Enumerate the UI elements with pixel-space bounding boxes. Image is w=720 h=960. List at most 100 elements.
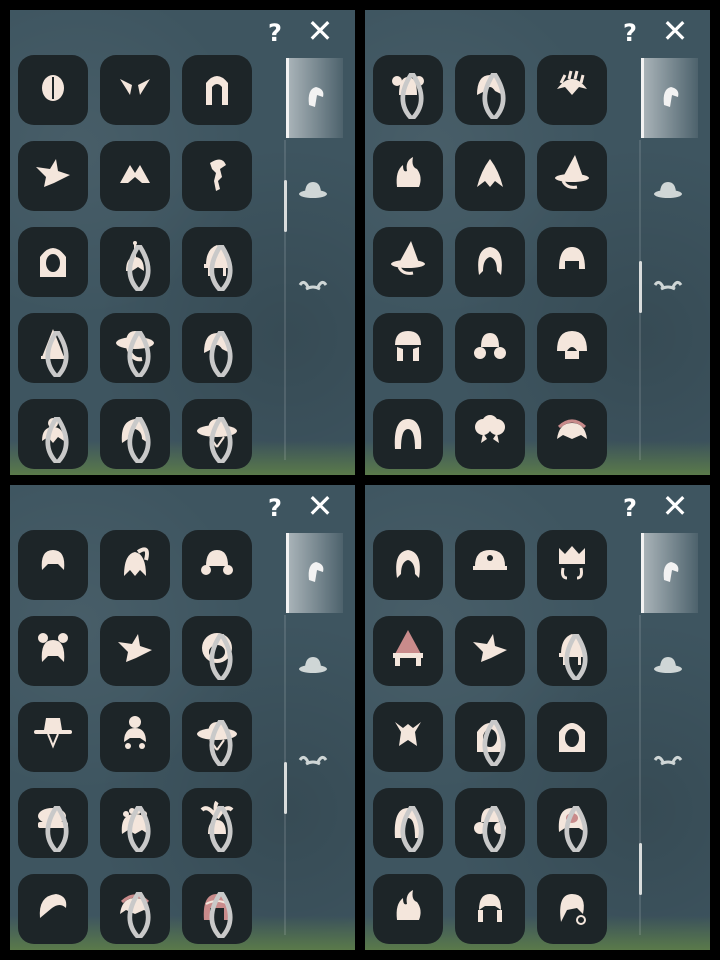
item-tile[interactable] — [100, 530, 170, 600]
item-tile[interactable] — [182, 530, 252, 600]
hair-spiky-icon — [112, 626, 158, 676]
item-tile[interactable] — [537, 141, 607, 211]
horns-tab[interactable] — [286, 248, 340, 328]
item-tile[interactable] — [182, 399, 252, 469]
hood-icon — [549, 712, 595, 762]
hair-tab[interactable] — [286, 533, 343, 613]
item-tile[interactable] — [373, 874, 443, 944]
item-tile[interactable] — [100, 702, 170, 772]
help-button[interactable]: ? — [615, 18, 645, 48]
scrollbar-track[interactable] — [283, 615, 287, 935]
item-tile[interactable] — [100, 616, 170, 686]
item-tile[interactable] — [18, 530, 88, 600]
item-tile[interactable] — [18, 874, 88, 944]
item-tile[interactable] — [18, 788, 88, 858]
item-tile[interactable] — [455, 141, 525, 211]
item-tile[interactable] — [100, 313, 170, 383]
horns-tab[interactable] — [641, 248, 695, 328]
item-tile[interactable] — [100, 874, 170, 944]
item-tile[interactable] — [373, 702, 443, 772]
item-tile[interactable] — [455, 55, 525, 125]
hair-peak-icon — [112, 151, 158, 201]
droplet-icon — [209, 417, 233, 463]
item-tile[interactable] — [537, 702, 607, 772]
item-tile[interactable] — [182, 616, 252, 686]
scrollbar-thumb[interactable] — [283, 180, 287, 232]
item-tile[interactable] — [373, 616, 443, 686]
item-tile[interactable] — [455, 227, 525, 297]
item-tile[interactable] — [182, 227, 252, 297]
item-tile[interactable] — [373, 788, 443, 858]
item-tile[interactable] — [373, 530, 443, 600]
item-tile[interactable] — [455, 530, 525, 600]
item-tile[interactable] — [455, 313, 525, 383]
scrollbar-thumb[interactable] — [638, 843, 642, 895]
close-button[interactable]: ✕ — [305, 15, 335, 47]
scrollbar-track[interactable] — [283, 140, 287, 460]
hair-long-braids-icon — [194, 65, 240, 115]
item-tile[interactable] — [537, 530, 607, 600]
hair-tab[interactable] — [641, 533, 698, 613]
horns-tab[interactable] — [641, 723, 695, 803]
hair-tab[interactable] — [286, 58, 343, 138]
item-tile[interactable] — [182, 702, 252, 772]
help-button[interactable]: ? — [260, 493, 290, 523]
hat-tab[interactable] — [641, 153, 695, 233]
hat-tab[interactable] — [286, 628, 340, 708]
item-tile[interactable] — [537, 313, 607, 383]
item-tile[interactable] — [455, 616, 525, 686]
item-tile[interactable] — [18, 702, 88, 772]
item-tile[interactable] — [100, 227, 170, 297]
item-tile[interactable] — [455, 874, 525, 944]
horns-tab[interactable] — [286, 723, 340, 803]
item-tile[interactable] — [18, 141, 88, 211]
scrollbar-thumb[interactable] — [283, 762, 287, 814]
item-tile[interactable] — [18, 399, 88, 469]
item-tile[interactable] — [373, 313, 443, 383]
item-tile[interactable] — [182, 313, 252, 383]
item-tile[interactable] — [455, 399, 525, 469]
item-tile[interactable] — [537, 227, 607, 297]
item-tile[interactable] — [182, 141, 252, 211]
hat-crown-icon — [549, 540, 595, 590]
item-tile[interactable] — [537, 399, 607, 469]
hair-icon — [299, 554, 333, 592]
droplet-icon — [482, 806, 506, 852]
help-button[interactable]: ? — [260, 18, 290, 48]
hair-wavy-icon — [385, 540, 431, 590]
item-tile[interactable] — [182, 874, 252, 944]
droplet-icon — [400, 73, 424, 119]
close-button[interactable]: ✕ — [305, 490, 335, 522]
help-button[interactable]: ? — [615, 493, 645, 523]
item-tile[interactable] — [537, 55, 607, 125]
item-tile[interactable] — [100, 399, 170, 469]
close-button[interactable]: ✕ — [660, 490, 690, 522]
item-tile[interactable] — [100, 141, 170, 211]
item-tile[interactable] — [100, 788, 170, 858]
hair-tab[interactable] — [641, 58, 698, 138]
hat-tab[interactable] — [286, 153, 340, 233]
item-tile[interactable] — [182, 55, 252, 125]
hair-mushroom-icon — [549, 323, 595, 373]
scrollbar-track[interactable] — [638, 140, 642, 460]
item-tile[interactable] — [373, 227, 443, 297]
hat-tab[interactable] — [641, 628, 695, 708]
item-tile[interactable] — [537, 788, 607, 858]
hat-icon — [296, 649, 330, 687]
close-button[interactable]: ✕ — [660, 15, 690, 47]
scrollbar-thumb[interactable] — [638, 261, 642, 313]
item-tile[interactable] — [182, 788, 252, 858]
item-tile[interactable] — [373, 55, 443, 125]
item-tile[interactable] — [455, 702, 525, 772]
item-tile[interactable] — [18, 313, 88, 383]
item-tile[interactable] — [18, 55, 88, 125]
item-tile[interactable] — [18, 227, 88, 297]
item-tile[interactable] — [537, 874, 607, 944]
item-tile[interactable] — [18, 616, 88, 686]
scrollbar-track[interactable] — [638, 615, 642, 935]
item-tile[interactable] — [100, 55, 170, 125]
item-tile[interactable] — [373, 141, 443, 211]
item-tile[interactable] — [373, 399, 443, 469]
item-tile[interactable] — [537, 616, 607, 686]
item-tile[interactable] — [455, 788, 525, 858]
